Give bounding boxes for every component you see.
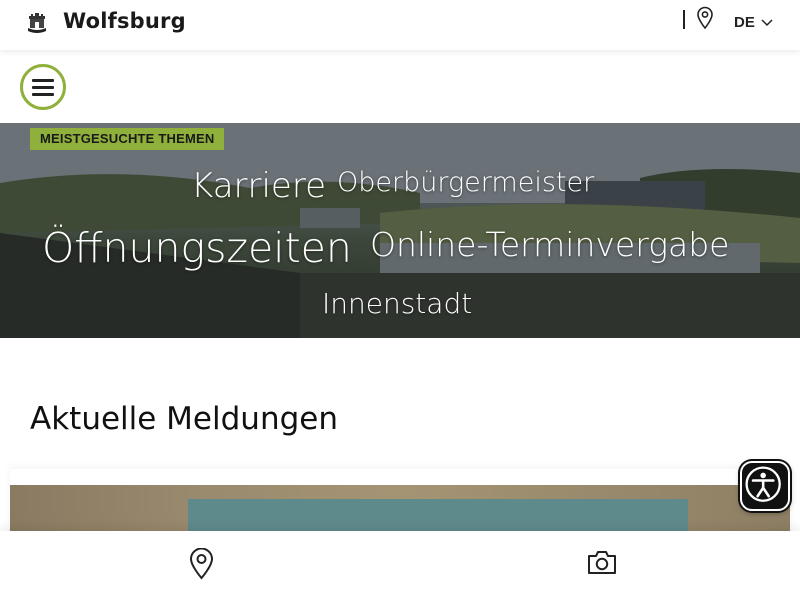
- bottom-navigation: [0, 531, 800, 600]
- location-pin-icon[interactable]: [695, 6, 715, 30]
- topic-link-oeffnungszeiten[interactable]: Öffnungszeiten: [42, 224, 352, 272]
- accessibility-button[interactable]: [740, 461, 790, 511]
- chevron-down-icon: [761, 19, 773, 27]
- news-section-title: Aktuelle Meldungen: [30, 401, 338, 437]
- location-pin-icon[interactable]: [189, 548, 214, 580]
- hamburger-menu-button[interactable]: [20, 64, 66, 110]
- topic-link-innenstadt[interactable]: Innenstadt: [322, 287, 472, 320]
- hero-popular-topics: MEISTGESUCHTE THEMEN Karriere Oberbürger…: [0, 123, 800, 338]
- topic-link-karriere[interactable]: Karriere: [191, 166, 326, 206]
- hamburger-menu-icon: [32, 79, 54, 82]
- topic-link-online-terminvergabe[interactable]: Online-Terminvergabe: [370, 225, 730, 264]
- accessibility-person-icon: [745, 466, 781, 502]
- language-selector[interactable]: DE: [728, 12, 778, 32]
- hero-badge: MEISTGESUCHTE THEMEN: [30, 128, 225, 150]
- language-label: DE: [734, 13, 755, 31]
- camera-icon[interactable]: [586, 548, 618, 576]
- topic-link-oberbuergermeister[interactable]: Oberbürgermeister: [337, 167, 594, 198]
- wolfsburg-crest-icon[interactable]: [26, 10, 48, 36]
- brand-name[interactable]: Wolfsburg: [63, 9, 186, 33]
- top-bar: Wolfsburg DE: [0, 0, 800, 50]
- header-divider: [683, 10, 685, 29]
- news-card[interactable]: [10, 469, 790, 539]
